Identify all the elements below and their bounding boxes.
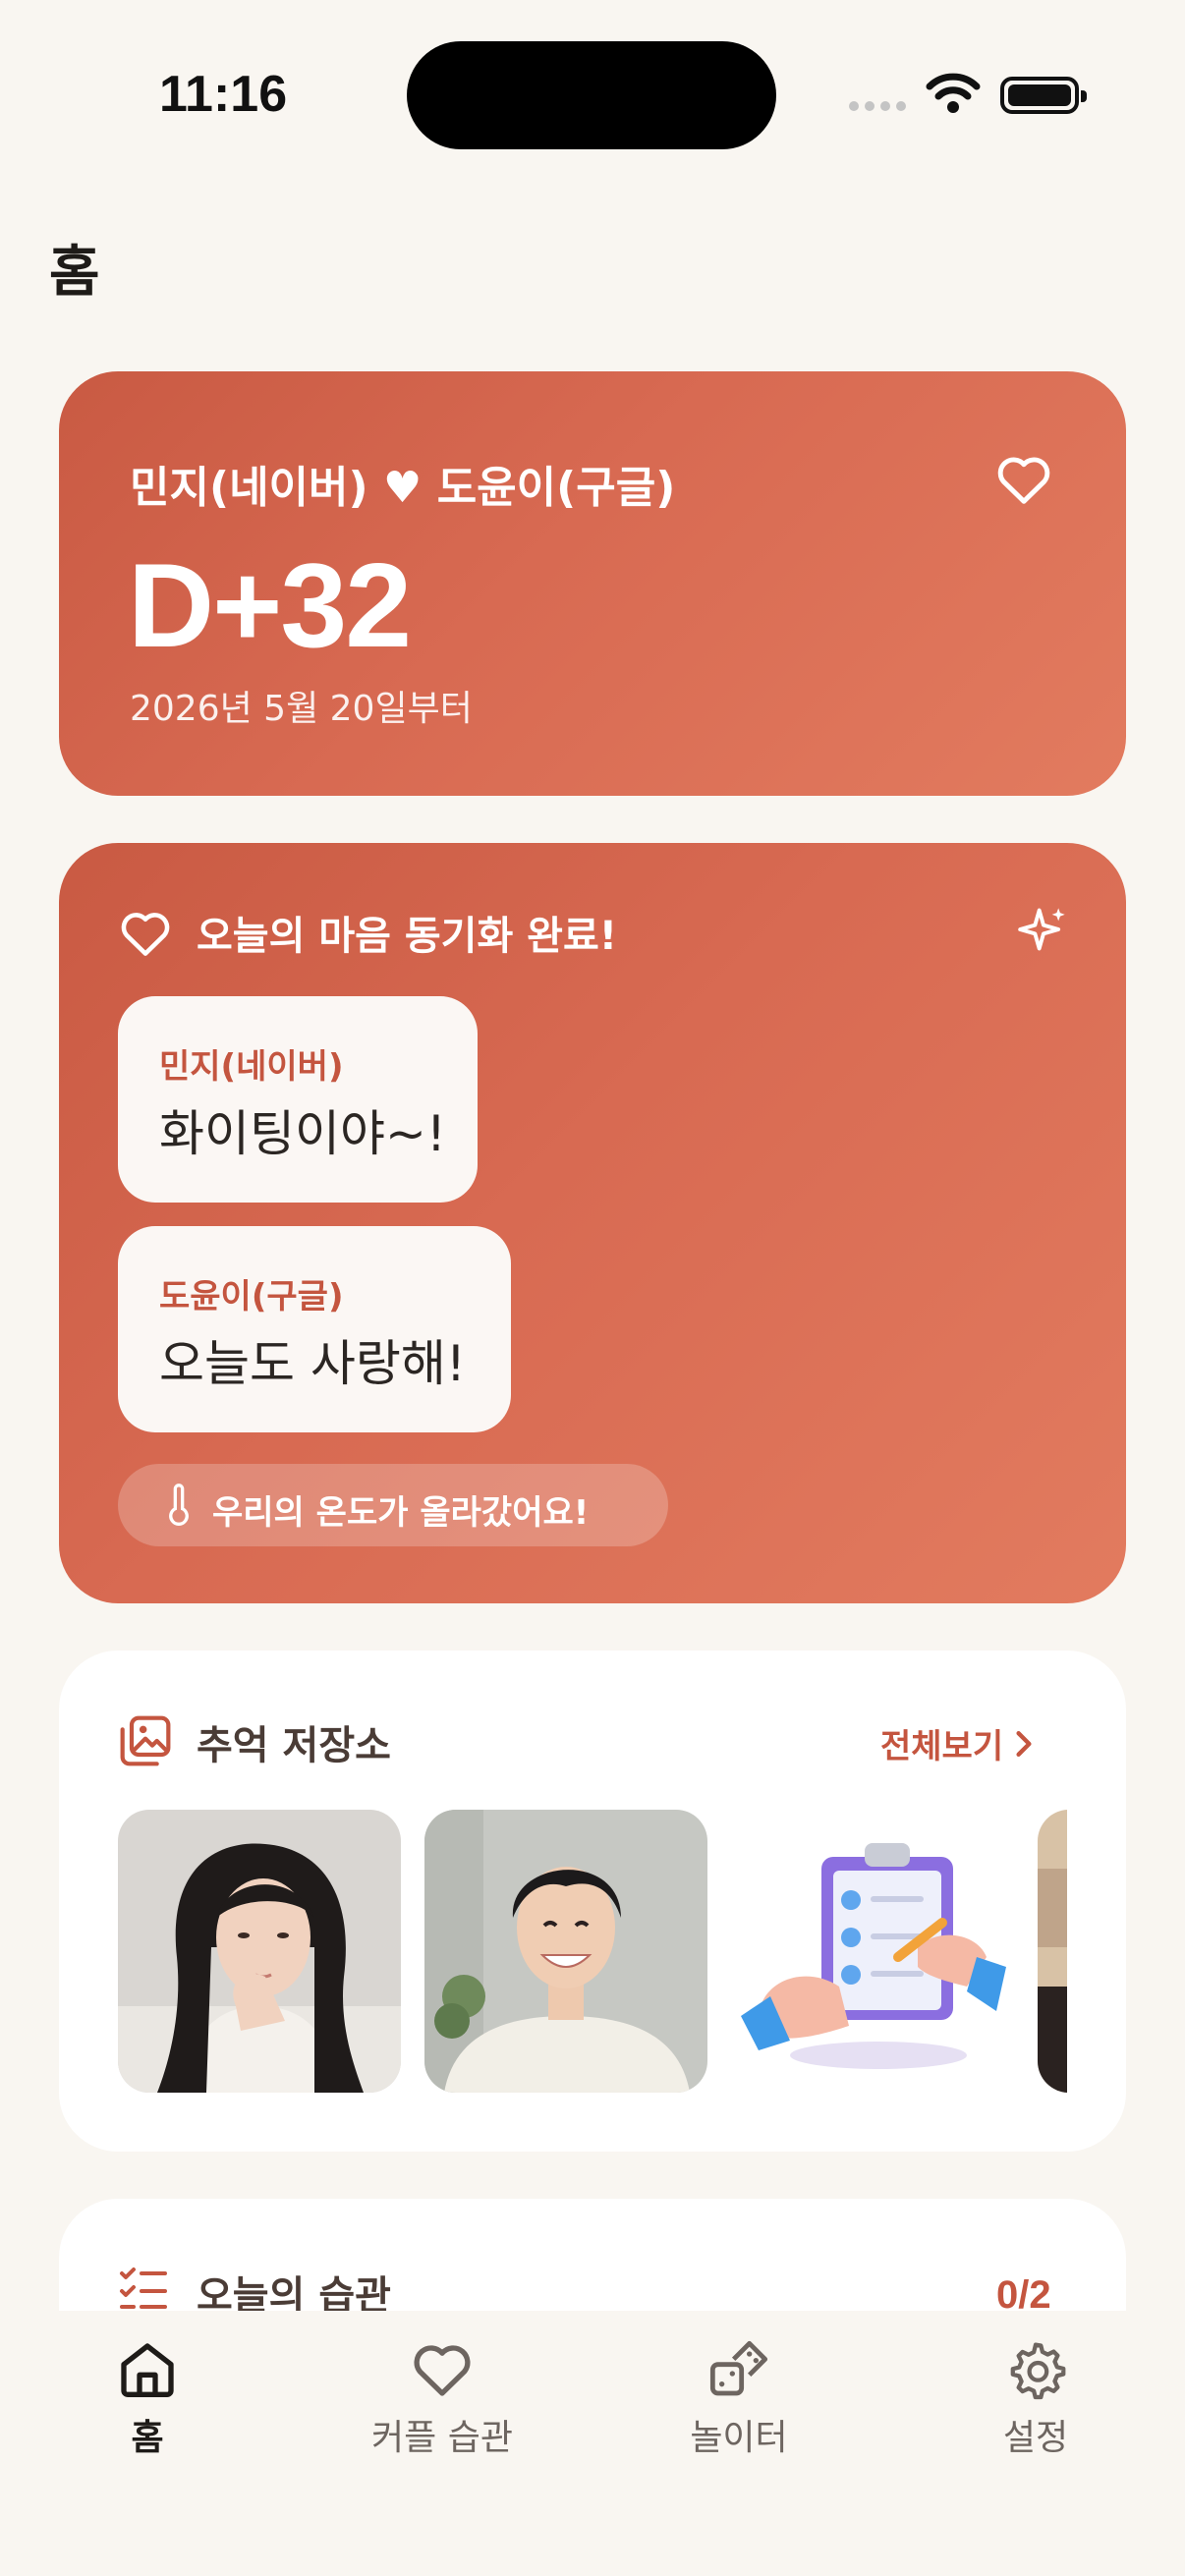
start-date: 2026년 5월 20일부터	[130, 689, 473, 729]
cellular-signal-icon	[849, 101, 906, 111]
heart-outline-icon[interactable]	[994, 452, 1053, 505]
dynamic-island	[407, 41, 776, 149]
tab-playground[interactable]: 놀이터	[621, 2338, 857, 2460]
home-icon	[121, 2343, 174, 2397]
photo-carousel[interactable]	[118, 1810, 1067, 2093]
memory-photo[interactable]	[118, 1810, 401, 2093]
tab-couple-habit[interactable]: 커플 습관	[324, 2338, 560, 2460]
message-sender: 민지(네이버)	[159, 1047, 344, 1087]
status-time: 11:16	[159, 66, 288, 123]
heart-outline-icon	[121, 913, 170, 956]
temperature-text: 우리의 온도가 올라갔어요!	[212, 1493, 590, 1533]
memory-photo[interactable]	[1038, 1810, 1067, 2093]
message-text: 화이팅이야~!	[159, 1105, 446, 1162]
couple-dday-card[interactable]: 민지(네이버) ♥ 도윤이(구글) D+32 2026년 5월 20일부터	[59, 371, 1126, 796]
dday-counter: D+32	[128, 538, 412, 672]
photo-gallery-icon	[120, 1715, 171, 1766]
sparkle-icon	[1018, 908, 1065, 951]
couple-names: 민지(네이버) ♥ 도윤이(구글)	[130, 463, 676, 513]
tab-label: 놀이터	[690, 2418, 788, 2458]
thermometer-icon	[169, 1484, 189, 1526]
checklist-icon	[120, 2268, 167, 2309]
tab-label: 커플 습관	[371, 2418, 513, 2458]
message-sender: 도윤이(구글)	[159, 1277, 344, 1316]
memory-illustration[interactable]	[731, 1810, 1014, 2093]
sync-title: 오늘의 마음 동기화 완료!	[197, 914, 618, 959]
status-bar: 11:16	[0, 0, 1185, 196]
page-title: 홈	[49, 241, 100, 305]
tab-label: 설정	[1002, 2418, 1069, 2458]
tab-settings[interactable]: 설정	[918, 2338, 1154, 2460]
memory-photo[interactable]	[424, 1810, 707, 2093]
message-bubble: 민지(네이버) 화이팅이야~!	[118, 996, 478, 1203]
memory-title: 추억 저장소	[197, 1723, 391, 1768]
see-all-link[interactable]: 전체보기	[880, 1719, 1033, 1767]
bottom-tab-bar: 홈 커플 습관 놀이터 설정	[0, 2311, 1185, 2576]
chevron-right-icon	[1016, 1730, 1032, 1757]
tab-label: 홈	[131, 2418, 164, 2458]
heart-sync-card[interactable]: 오늘의 마음 동기화 완료! 민지(네이버) 화이팅이야~! 도윤이(구글) 오…	[59, 843, 1126, 1603]
message-bubble: 도윤이(구글) 오늘도 사랑해!	[118, 1226, 511, 1432]
battery-icon	[1000, 77, 1087, 114]
see-all-label: 전체보기	[880, 1727, 1004, 1766]
temperature-badge: 우리의 온도가 올라갔어요!	[118, 1464, 668, 1546]
wifi-icon	[926, 73, 981, 113]
heart-icon	[414, 2345, 471, 2396]
memory-storage-card: 추억 저장소 전체보기	[59, 1651, 1126, 2152]
message-text: 오늘도 사랑해!	[159, 1335, 466, 1392]
tab-home[interactable]: 홈	[29, 2338, 265, 2460]
dice-icon	[709, 2340, 768, 2396]
gear-icon	[1010, 2342, 1066, 2400]
